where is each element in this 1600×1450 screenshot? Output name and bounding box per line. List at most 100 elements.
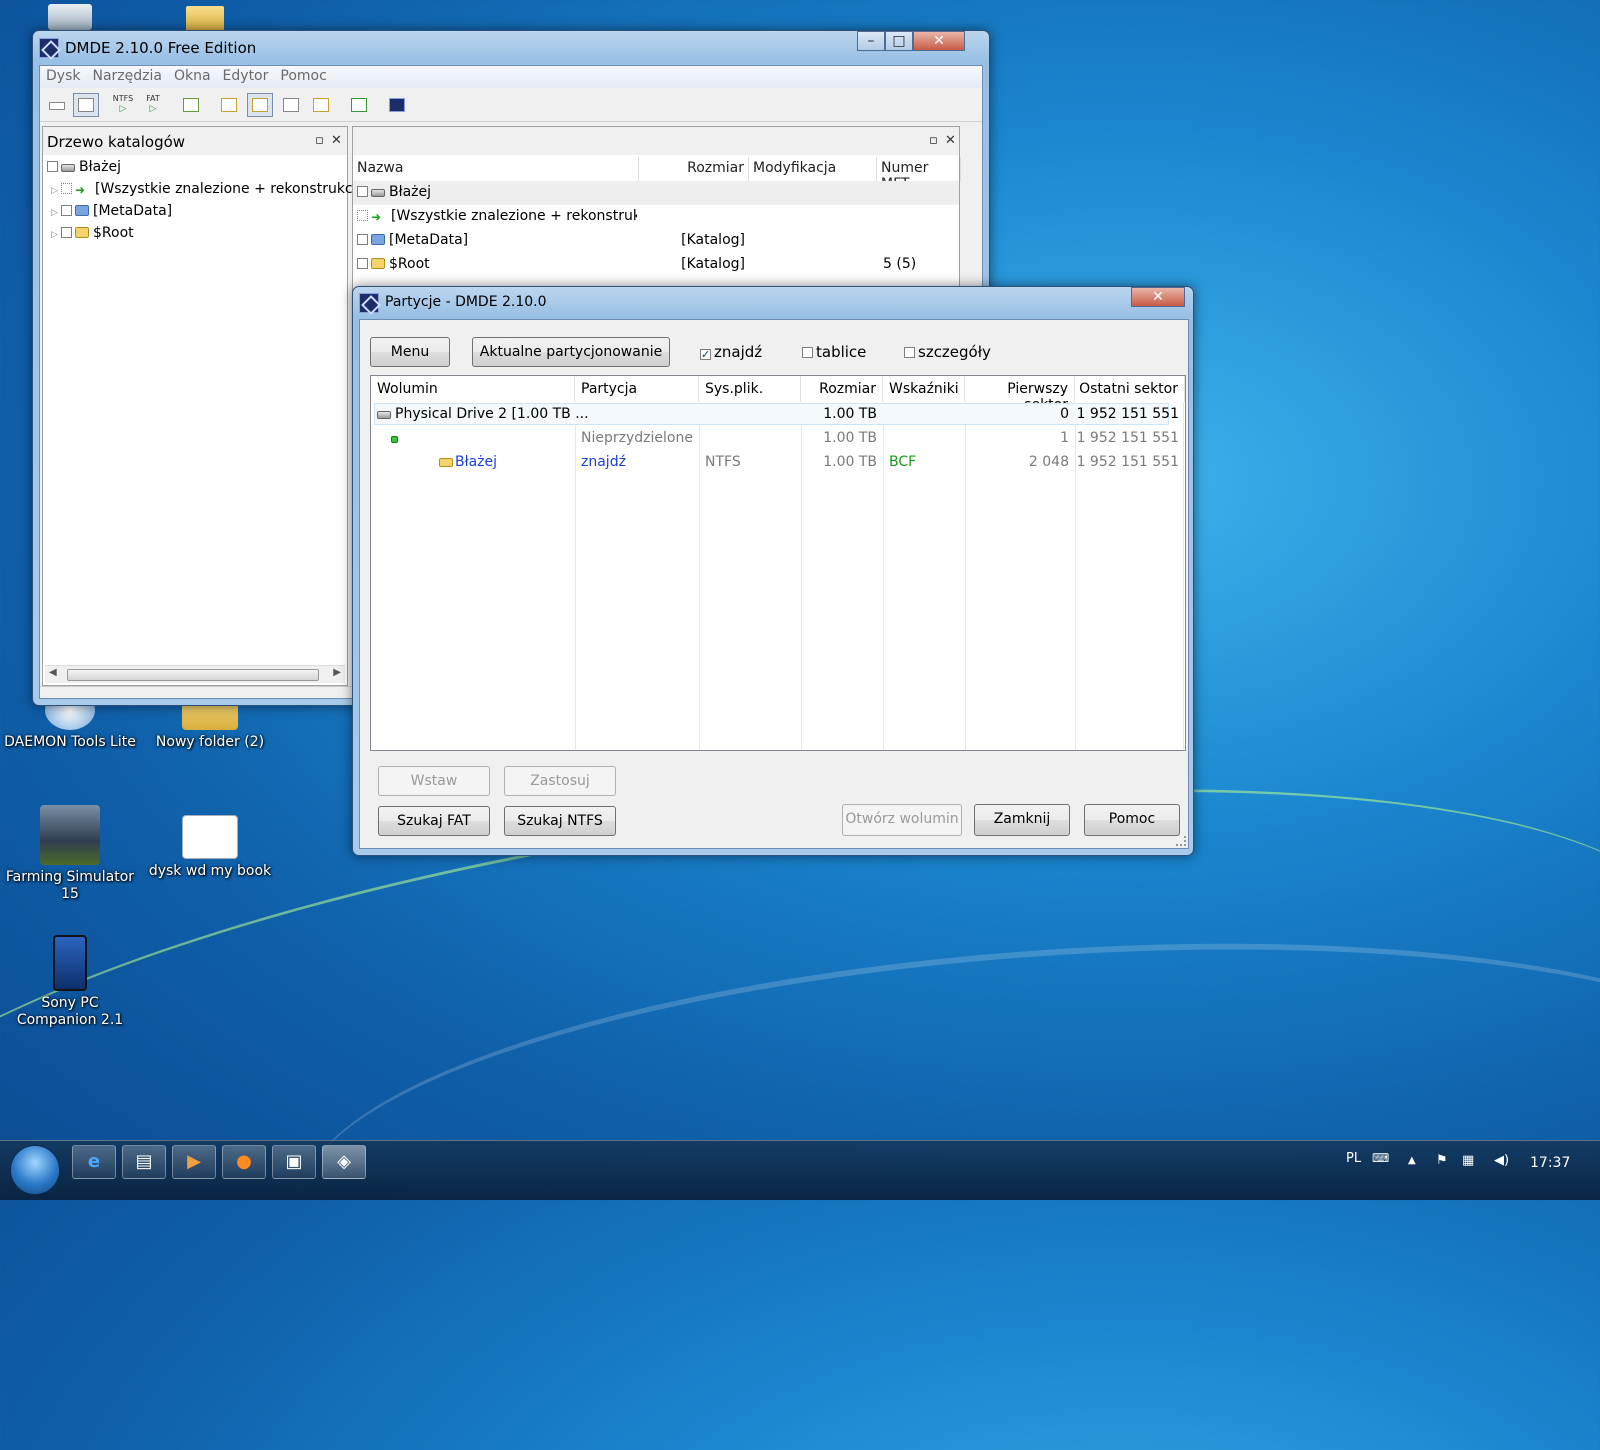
keyboard-icon[interactable]: ⌨ (1372, 1151, 1389, 1165)
table-row[interactable]: Błażej (439, 454, 497, 470)
volume-icon[interactable]: ◀) (1494, 1153, 1509, 1168)
close-button[interactable]: ✕ (913, 31, 965, 51)
list-row[interactable]: [MetaData] [Katalog] (353, 229, 959, 253)
close-dialog-button[interactable]: Zamknij (974, 804, 1070, 836)
tree-item-all-found[interactable]: ▷ ➜ [Wszystkie znalezione + rekonstrukcja (51, 181, 365, 201)
help-button[interactable]: Pomoc (1084, 804, 1180, 836)
scroll-right-arrow-icon[interactable]: ▶ (333, 667, 341, 678)
close-pane-icon[interactable]: ✕ (945, 133, 956, 148)
restore-pane-icon[interactable]: ▫ (929, 133, 938, 148)
expand-arrow-icon[interactable]: ▷ (51, 230, 61, 240)
checkbox-details[interactable]: szczegóły (904, 343, 991, 361)
current-partitioning-button[interactable]: Aktualne partycjonowanie (472, 337, 670, 367)
dialog-title-bar[interactable]: Partycje - DMDE 2.10.0 ✕ (353, 287, 1193, 317)
title-bar[interactable]: DMDE 2.10.0 Free Edition – □ ✕ (33, 31, 989, 61)
desktop-icon-farming-simulator[interactable]: Farming Simulator 15 (0, 805, 140, 903)
menu-edytor[interactable]: Edytor (217, 66, 275, 84)
dmde-taskbar-icon[interactable]: ◈ (322, 1145, 366, 1179)
minimize-button[interactable]: – (857, 31, 885, 51)
select-drive-button[interactable] (44, 93, 70, 117)
menu-okna[interactable]: Okna (168, 66, 217, 84)
network-icon[interactable]: ▦ (1462, 1153, 1474, 1168)
table-row[interactable] (391, 430, 402, 446)
file-explorer-icon[interactable]: ▤ (122, 1145, 166, 1179)
expand-arrow-icon[interactable]: ▷ (51, 186, 61, 196)
tree-item-metadata[interactable]: ▷ [MetaData] (51, 203, 172, 223)
list-row[interactable]: $Root [Katalog] 5 (5) (353, 253, 959, 277)
show-hidden-icons-icon[interactable]: ▲ (1408, 1155, 1416, 1166)
column-header-flags[interactable]: Wskaźniki (883, 376, 965, 402)
tree-item-root[interactable]: Błażej (47, 159, 121, 179)
fat-search-button[interactable]: FAT ▷ (140, 93, 166, 117)
scrollbar-thumb[interactable] (67, 669, 319, 681)
insert-button[interactable]: Wstaw (378, 766, 490, 796)
column-header-modified[interactable]: Modyfikacja (753, 157, 877, 181)
list-view-button[interactable] (247, 93, 273, 117)
column-header-last-sector[interactable]: Ostatni sektor (1075, 376, 1185, 402)
column-header-mft[interactable]: Numer MFT (881, 157, 961, 192)
recover-button[interactable] (346, 93, 372, 117)
menu-narzedzia[interactable]: Narzędzia (86, 66, 167, 84)
details-view-button[interactable] (278, 93, 304, 117)
restore-pane-icon[interactable]: ▫ (315, 133, 324, 148)
open-volume-button[interactable]: Otwórz wolumin (842, 804, 962, 836)
column-header-size[interactable]: Rozmiar (801, 376, 883, 402)
checkbox-box[interactable] (802, 347, 813, 358)
search-ntfs-button[interactable]: Szukaj NTFS (504, 806, 616, 836)
menu-pomoc[interactable]: Pomoc (274, 66, 332, 84)
apply-button[interactable]: Zastosuj (504, 766, 616, 796)
horizontal-scrollbar[interactable]: ◀ ▶ (45, 665, 345, 683)
action-center-flag-icon[interactable]: ⚑ (1436, 1153, 1448, 1168)
search-view-button[interactable] (308, 93, 334, 117)
ntfs-search-button[interactable]: NTFS ▷ (110, 93, 136, 117)
table-row[interactable]: Physical Drive 2 [1.00 TB ... (377, 406, 589, 422)
phone-icon (53, 935, 87, 991)
expand-arrow-icon[interactable]: ▷ (51, 208, 61, 218)
partitions-button[interactable] (73, 93, 99, 117)
network-app-icon[interactable]: ▣ (272, 1145, 316, 1179)
folder-icon[interactable] (186, 6, 224, 32)
checkbox[interactable] (357, 186, 368, 197)
desktop-icon-sony-pc-companion[interactable]: Sony PC Companion 2.1 (0, 935, 140, 1029)
checkbox[interactable] (61, 227, 72, 238)
tree-item-root-folder[interactable]: ▷ $Root (51, 225, 134, 245)
checkbox[interactable] (357, 210, 368, 221)
checkbox-tables[interactable]: tablice (802, 343, 866, 361)
checkbox-find[interactable]: znajdź (700, 343, 762, 361)
checkbox-box[interactable] (700, 349, 711, 360)
scroll-left-arrow-icon[interactable]: ◀ (49, 667, 57, 678)
desktop-icon-dysk-wd[interactable]: dysk wd my book (140, 815, 280, 880)
tree-view-button[interactable] (216, 93, 242, 117)
column-header-volume[interactable]: Wolumin (377, 376, 575, 402)
column-header-name[interactable]: Nazwa (357, 157, 639, 181)
checkbox-box[interactable] (904, 347, 915, 358)
close-pane-icon[interactable]: ✕ (331, 133, 342, 148)
search-fat-button[interactable]: Szukaj FAT (378, 806, 490, 836)
maximize-button[interactable]: □ (885, 31, 913, 51)
media-player-icon[interactable]: ▶ (172, 1145, 216, 1179)
menu-dysk[interactable]: Dysk (40, 66, 86, 84)
checkbox[interactable] (61, 183, 72, 194)
checkbox[interactable] (61, 205, 72, 216)
column-header-filesystem[interactable]: Sys.plik. (699, 376, 801, 402)
about-button[interactable] (384, 93, 410, 117)
column-header-partition[interactable]: Partycja (575, 376, 699, 402)
recycle-bin-icon[interactable] (48, 4, 92, 30)
column-header-size[interactable]: Rozmiar (639, 157, 749, 181)
checkbox[interactable] (357, 234, 368, 245)
resize-grip-icon[interactable] (1176, 836, 1186, 846)
firefox-icon[interactable]: ● (222, 1145, 266, 1179)
menu-button[interactable]: Menu (370, 337, 450, 367)
column-header-first-sector[interactable]: Pierwszy sektor (965, 376, 1075, 413)
list-row[interactable]: ➜ [Wszystkie znalezione + rekonstrukc... (353, 205, 959, 229)
dialog-close-button[interactable]: ✕ (1131, 287, 1185, 307)
checkbox[interactable] (47, 161, 58, 172)
start-button[interactable] (10, 1145, 60, 1195)
clock[interactable]: 17:37 (1530, 1155, 1570, 1171)
list-row[interactable]: Błażej (353, 181, 959, 205)
new-file-button[interactable] (178, 93, 204, 117)
internet-explorer-icon[interactable]: e (72, 1145, 116, 1179)
language-indicator[interactable]: PL (1346, 1151, 1361, 1166)
cell-last-sector: 1 952 151 551 (1076, 406, 1179, 422)
checkbox[interactable] (357, 258, 368, 269)
